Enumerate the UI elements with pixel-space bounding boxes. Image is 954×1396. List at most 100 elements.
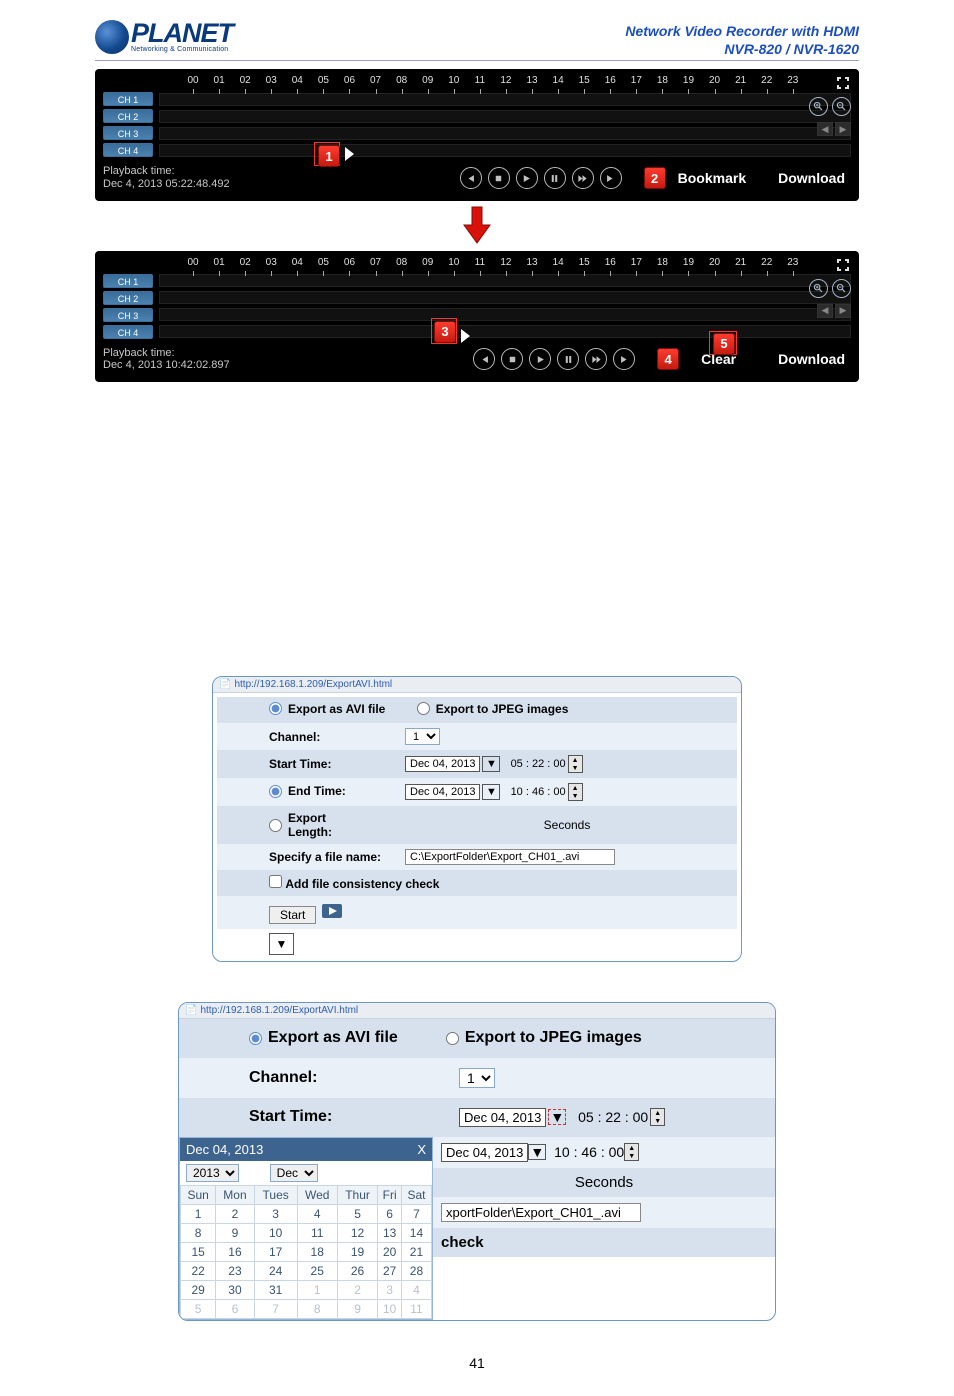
filename-input[interactable] — [441, 1203, 641, 1222]
cal-day[interactable]: 26 — [337, 1261, 378, 1280]
end-time-value[interactable]: 10 : 46 : 00 — [554, 1144, 624, 1160]
start-time-value[interactable]: 05 : 22 : 00 — [578, 1109, 648, 1125]
calendar-month-select[interactable]: Dec — [270, 1164, 318, 1182]
start-date-field[interactable]: Dec 04, 2013 — [459, 1108, 546, 1127]
cal-day[interactable]: 18 — [297, 1242, 337, 1261]
end-date-field[interactable]: Dec 04, 2013 — [405, 784, 480, 800]
scroll-left-button[interactable]: ◀ — [817, 304, 833, 318]
channel-label[interactable]: CH 3 — [103, 308, 153, 322]
channel-bar[interactable] — [159, 110, 851, 123]
cal-day[interactable]: 4 — [297, 1204, 337, 1223]
expand-icon[interactable] — [835, 257, 851, 273]
channel-bar[interactable] — [159, 93, 851, 106]
cal-day[interactable]: 10 — [254, 1223, 297, 1242]
export-length-radio[interactable]: Export Length: — [269, 811, 361, 839]
start-time-value[interactable]: 05 : 22 : 00 — [511, 758, 566, 770]
skip-back-button[interactable] — [473, 348, 495, 370]
calendar-close-icon[interactable]: X — [417, 1142, 426, 1157]
cal-day[interactable]: 6 — [378, 1204, 402, 1223]
cal-day[interactable]: 30 — [216, 1280, 254, 1299]
stop-button[interactable] — [501, 348, 523, 370]
cal-day[interactable]: 7 — [254, 1299, 297, 1318]
export-avi-radio[interactable]: Export as AVI file — [249, 1029, 398, 1047]
channel-bar[interactable] — [159, 291, 851, 304]
date-picker-calendar[interactable]: Dec 04, 2013 X 2013 Dec SunMonTuesWedThu… — [179, 1137, 433, 1320]
cal-day[interactable]: 3 — [254, 1204, 297, 1223]
cal-day[interactable]: 19 — [337, 1242, 378, 1261]
timeline-playhead-icon[interactable] — [461, 329, 470, 343]
stop-button[interactable] — [488, 167, 510, 189]
calendar-year-select[interactable]: 2013 — [186, 1164, 239, 1182]
cal-day[interactable]: 10 — [378, 1299, 402, 1318]
start-button[interactable]: Start — [269, 906, 316, 924]
fast-forward-button[interactable] — [585, 348, 607, 370]
channel-bar[interactable] — [159, 144, 851, 157]
channel-label[interactable]: CH 4 — [103, 143, 153, 157]
cal-day[interactable]: 16 — [216, 1242, 254, 1261]
cal-day[interactable]: 20 — [378, 1242, 402, 1261]
channel-label[interactable]: CH 3 — [103, 126, 153, 140]
time-spinner[interactable]: ▲▼ — [568, 755, 583, 773]
channel-label[interactable]: CH 2 — [103, 109, 153, 123]
cal-day[interactable]: 4 — [401, 1280, 431, 1299]
scroll-right-button[interactable]: ▶ — [835, 304, 851, 318]
skip-forward-button[interactable] — [600, 167, 622, 189]
time-spinner[interactable]: ▲▼ — [568, 783, 583, 801]
channel-bar[interactable] — [159, 274, 851, 287]
cal-day[interactable]: 1 — [181, 1204, 216, 1223]
calendar-icon[interactable]: ▼ — [482, 784, 500, 800]
cal-day[interactable]: 25 — [297, 1261, 337, 1280]
channel-label[interactable]: CH 1 — [103, 274, 153, 288]
export-jpeg-radio[interactable]: Export to JPEG images — [446, 1029, 642, 1047]
cal-day[interactable]: 24 — [254, 1261, 297, 1280]
pause-button[interactable] — [544, 167, 566, 189]
cal-day[interactable]: 2 — [216, 1204, 254, 1223]
skip-forward-button[interactable] — [613, 348, 635, 370]
cal-day[interactable]: 28 — [401, 1261, 431, 1280]
cal-day[interactable]: 14 — [401, 1223, 431, 1242]
scroll-right-button[interactable]: ▶ — [835, 122, 851, 136]
download-button[interactable]: Download — [772, 170, 851, 186]
cal-day[interactable]: 27 — [378, 1261, 402, 1280]
scroll-left-button[interactable]: ◀ — [817, 122, 833, 136]
cal-day[interactable]: 13 — [378, 1223, 402, 1242]
cal-day[interactable]: 7 — [401, 1204, 431, 1223]
cal-day[interactable]: 9 — [216, 1223, 254, 1242]
time-spinner[interactable]: ▲▼ — [624, 1143, 639, 1161]
calendar-icon[interactable]: ▼ — [528, 1144, 546, 1160]
cal-day[interactable]: 5 — [337, 1204, 378, 1223]
cal-day[interactable]: 23 — [216, 1261, 254, 1280]
consistency-check[interactable]: Add file consistency check — [269, 877, 439, 891]
pause-button[interactable] — [557, 348, 579, 370]
export-jpeg-radio[interactable]: Export to JPEG images — [417, 702, 569, 716]
cal-day[interactable]: 2 — [337, 1280, 378, 1299]
cal-day[interactable]: 17 — [254, 1242, 297, 1261]
skip-back-button[interactable] — [460, 167, 482, 189]
start-date-field[interactable]: Dec 04, 2013 — [405, 756, 480, 772]
cal-day[interactable]: 5 — [181, 1299, 216, 1318]
calendar-icon[interactable]: ▼ — [482, 756, 500, 772]
cal-day[interactable]: 29 — [181, 1280, 216, 1299]
cal-day[interactable]: 1 — [297, 1280, 337, 1299]
channel-bar[interactable] — [159, 308, 851, 321]
play-button[interactable] — [516, 167, 538, 189]
channel-label[interactable]: CH 4 — [103, 325, 153, 339]
cal-day[interactable]: 12 — [337, 1223, 378, 1242]
cal-day[interactable]: 31 — [254, 1280, 297, 1299]
bookmark-button[interactable]: Bookmark — [672, 170, 752, 186]
cal-day[interactable]: 22 — [181, 1261, 216, 1280]
cal-day[interactable]: 8 — [181, 1223, 216, 1242]
timeline-playhead-icon[interactable] — [345, 147, 354, 161]
filename-input[interactable] — [405, 849, 615, 865]
channel-select[interactable]: 1 — [405, 728, 440, 745]
cal-day[interactable]: 3 — [378, 1280, 402, 1299]
time-spinner[interactable]: ▲▼ — [650, 1108, 665, 1126]
channel-label[interactable]: CH 1 — [103, 92, 153, 106]
cal-day[interactable]: 8 — [297, 1299, 337, 1318]
cal-day[interactable]: 6 — [216, 1299, 254, 1318]
end-date-field[interactable]: Dec 04, 2013 — [441, 1143, 528, 1162]
channel-bar[interactable] — [159, 127, 851, 140]
cal-day[interactable]: 15 — [181, 1242, 216, 1261]
zoom-out-icon[interactable] — [832, 97, 851, 116]
end-time-radio[interactable]: End Time: — [269, 784, 346, 798]
